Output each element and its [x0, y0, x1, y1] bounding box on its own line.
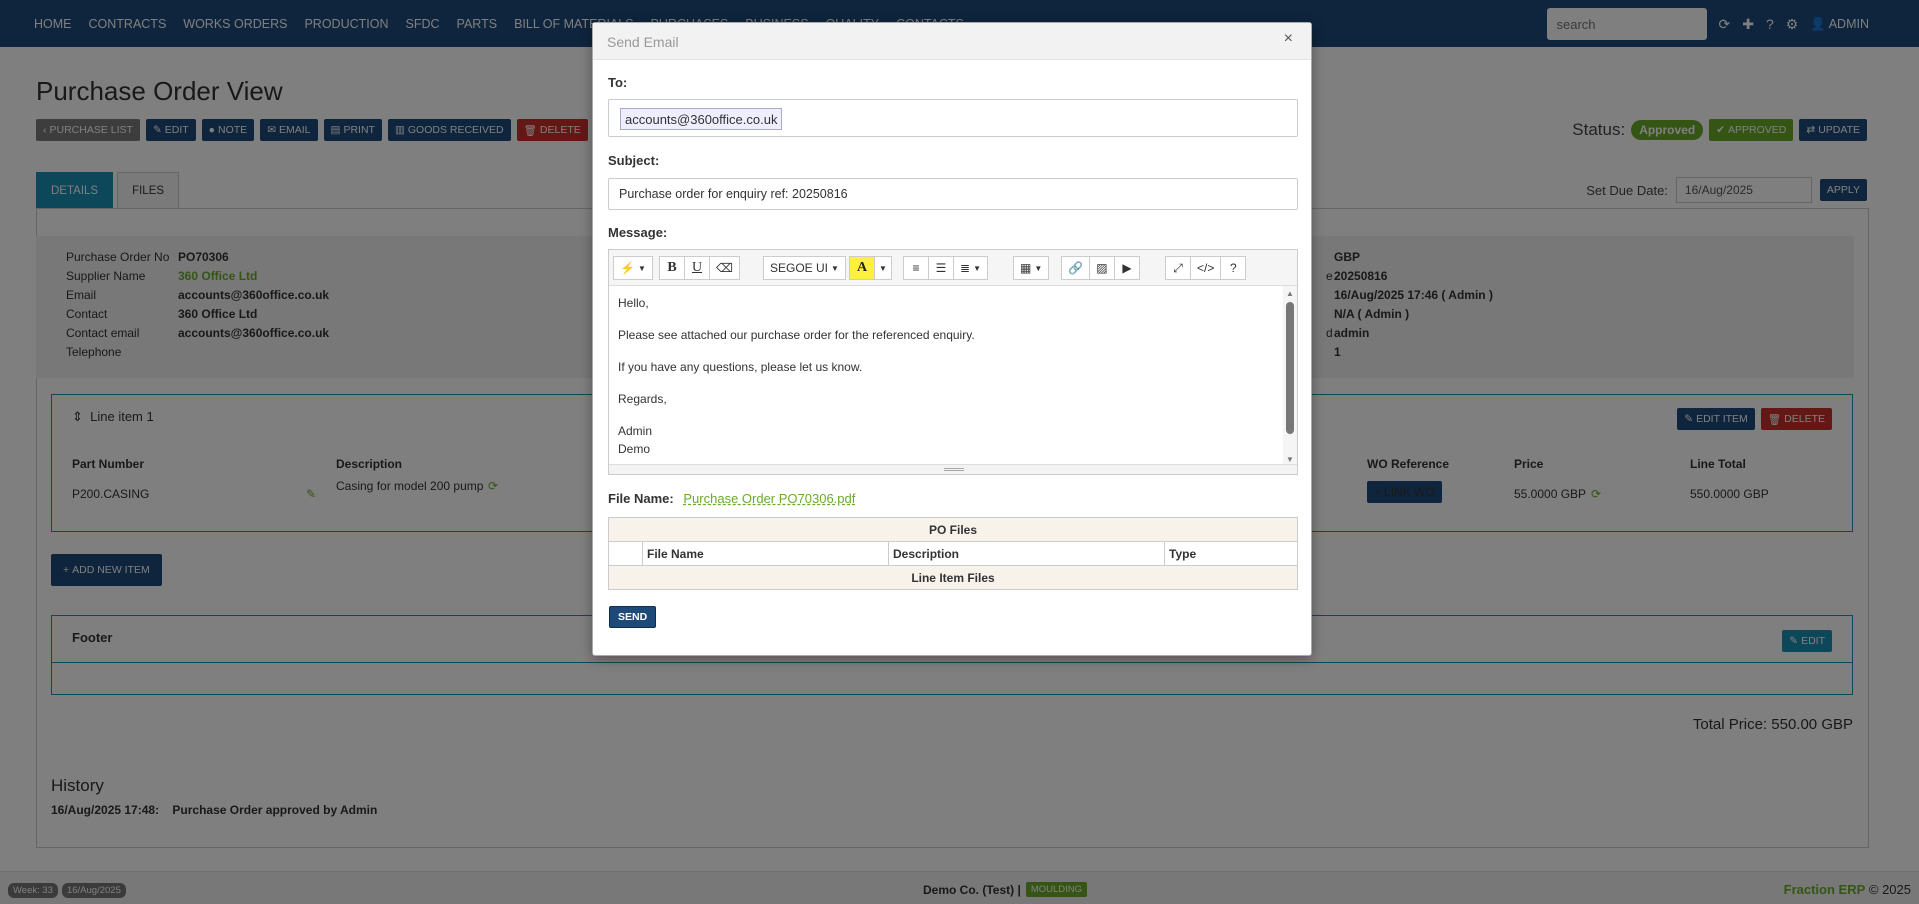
- align-dropdown[interactable]: ≣ ▼: [953, 256, 988, 280]
- file-name-row: File Name: Purchase Order PO70306.pdf: [608, 491, 855, 506]
- insert-group: 🔗 ▨ ▶: [1061, 256, 1140, 280]
- file-name-label: File Name:: [608, 491, 674, 506]
- link-icon[interactable]: 🔗: [1061, 256, 1090, 280]
- magic-wand-icon: ⚡: [620, 261, 635, 275]
- scroll-down-icon[interactable]: ▼: [1286, 455, 1294, 464]
- table-icon: ▦: [1020, 261, 1032, 275]
- caret-icon: ▼: [637, 263, 646, 273]
- table-dropdown[interactable]: ▦ ▼: [1013, 256, 1050, 280]
- send-email-modal: Send Email × To: accounts@360office.co.u…: [592, 22, 1312, 656]
- po-files-caption: PO Files: [608, 517, 1298, 542]
- font-name-dropdown[interactable]: SEGOE UI ▼: [763, 256, 846, 280]
- line-item-files-row: Line Item Files: [608, 565, 1298, 590]
- send-button[interactable]: SEND: [609, 606, 657, 628]
- bold-button[interactable]: B: [659, 256, 685, 280]
- eraser-icon[interactable]: ⌫: [709, 256, 740, 280]
- fullscreen-icon[interactable]: ⤢: [1165, 256, 1191, 280]
- align-left-icon: ≣: [960, 261, 971, 275]
- editor-scrollbar[interactable]: ▲ ▼: [1283, 286, 1297, 466]
- to-field[interactable]: accounts@360office.co.uk: [608, 99, 1298, 137]
- video-icon[interactable]: ▶: [1113, 256, 1140, 280]
- table-group: ▦ ▼: [1013, 256, 1050, 280]
- editor-resize-handle[interactable]: [609, 464, 1297, 474]
- po-files-header-row: File Name Description Type: [608, 541, 1298, 566]
- scroll-up-icon[interactable]: ▲: [1286, 289, 1294, 298]
- modal-header: Send Email ×: [593, 23, 1311, 60]
- grip-icon: [944, 468, 964, 471]
- caret-icon: ▼: [879, 263, 887, 273]
- editor-toolbar: ⚡ ▼ B U ⌫ SEGOE UI ▼ A ▼ ≡ ☰ ≣ ▼ ▦ ▼ 🔗 ▨…: [609, 250, 1297, 286]
- message-greeting: Hello,: [618, 296, 649, 310]
- highlight-color-button[interactable]: A: [849, 256, 875, 280]
- message-body[interactable]: Hello, Please see attached our purchase …: [609, 286, 1285, 466]
- view-group: ⤢ </> ?: [1165, 256, 1247, 280]
- font-name: SEGOE UI: [770, 261, 829, 275]
- help-button[interactable]: ?: [1220, 256, 1247, 280]
- message-editor: ⚡ ▼ B U ⌫ SEGOE UI ▼ A ▼ ≡ ☰ ≣ ▼ ▦ ▼ 🔗 ▨…: [608, 249, 1298, 475]
- line-item-files-caption: Line Item Files: [608, 565, 1298, 590]
- underline-button[interactable]: U: [684, 256, 710, 280]
- color-group: A ▼: [849, 256, 892, 280]
- caret-icon: ▼: [973, 263, 981, 273]
- picture-icon[interactable]: ▨: [1088, 256, 1115, 280]
- close-icon[interactable]: ×: [1284, 30, 1293, 48]
- font-group: SEGOE UI ▼: [763, 256, 846, 280]
- color-dropdown[interactable]: ▼: [874, 256, 892, 280]
- description-column-header: Description: [888, 541, 1165, 566]
- message-label: Message:: [608, 225, 668, 240]
- code-view-icon[interactable]: </>: [1190, 256, 1222, 280]
- magic-style-button[interactable]: ⚡ ▼: [613, 256, 653, 280]
- file-name-link[interactable]: Purchase Order PO70306.pdf: [683, 491, 855, 506]
- style-group: ⚡ ▼: [613, 256, 653, 280]
- message-line-1: Please see attached our purchase order f…: [618, 328, 975, 342]
- file-name-column-header: File Name: [642, 541, 889, 566]
- format-group: B U ⌫: [659, 256, 740, 280]
- message-closing: Regards,: [618, 392, 667, 406]
- caret-icon: ▼: [1034, 263, 1043, 273]
- list-group: ≡ ☰ ≣ ▼: [903, 256, 988, 280]
- select-column-header: [608, 541, 643, 566]
- to-label: To:: [608, 75, 628, 90]
- modal-title: Send Email: [607, 34, 679, 50]
- bullet-list-icon[interactable]: ≡: [903, 256, 929, 280]
- po-files-caption-row: PO Files: [608, 517, 1298, 542]
- caret-icon: ▼: [831, 263, 839, 273]
- type-column-header: Type: [1164, 541, 1298, 566]
- message-line-2: If you have any questions, please let us…: [618, 360, 863, 374]
- scroll-thumb[interactable]: [1286, 302, 1294, 434]
- po-files-table: PO Files File Name Description Type Line…: [608, 517, 1298, 590]
- recipient-tag[interactable]: accounts@360office.co.uk: [620, 108, 783, 130]
- message-signature-1: Admin: [618, 424, 653, 438]
- subject-label: Subject:: [608, 153, 660, 168]
- numbered-list-icon[interactable]: ☰: [928, 256, 954, 280]
- subject-input[interactable]: Purchase order for enquiry ref: 20250816: [608, 178, 1298, 210]
- message-signature-2: Demo: [618, 442, 651, 456]
